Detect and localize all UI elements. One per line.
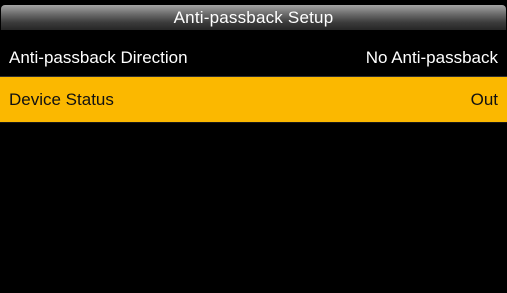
menu-item-value: No Anti-passback: [365, 48, 498, 67]
page-title: Anti-passback Setup: [173, 7, 334, 27]
menu-item-anti-passback-direction[interactable]: Anti-passback Direction No Anti-passback: [0, 35, 507, 81]
device-screen: Anti-passback Setup Anti-passback Direct…: [0, 0, 507, 293]
menu-item-value: Out: [470, 90, 498, 109]
menu-item-label: Anti-passback Direction: [9, 48, 188, 67]
title-bar: Anti-passback Setup: [1, 5, 506, 30]
row-divider: [0, 122, 507, 123]
menu-item-device-status[interactable]: Device Status Out: [0, 77, 507, 123]
menu-item-label: Device Status: [9, 90, 114, 109]
